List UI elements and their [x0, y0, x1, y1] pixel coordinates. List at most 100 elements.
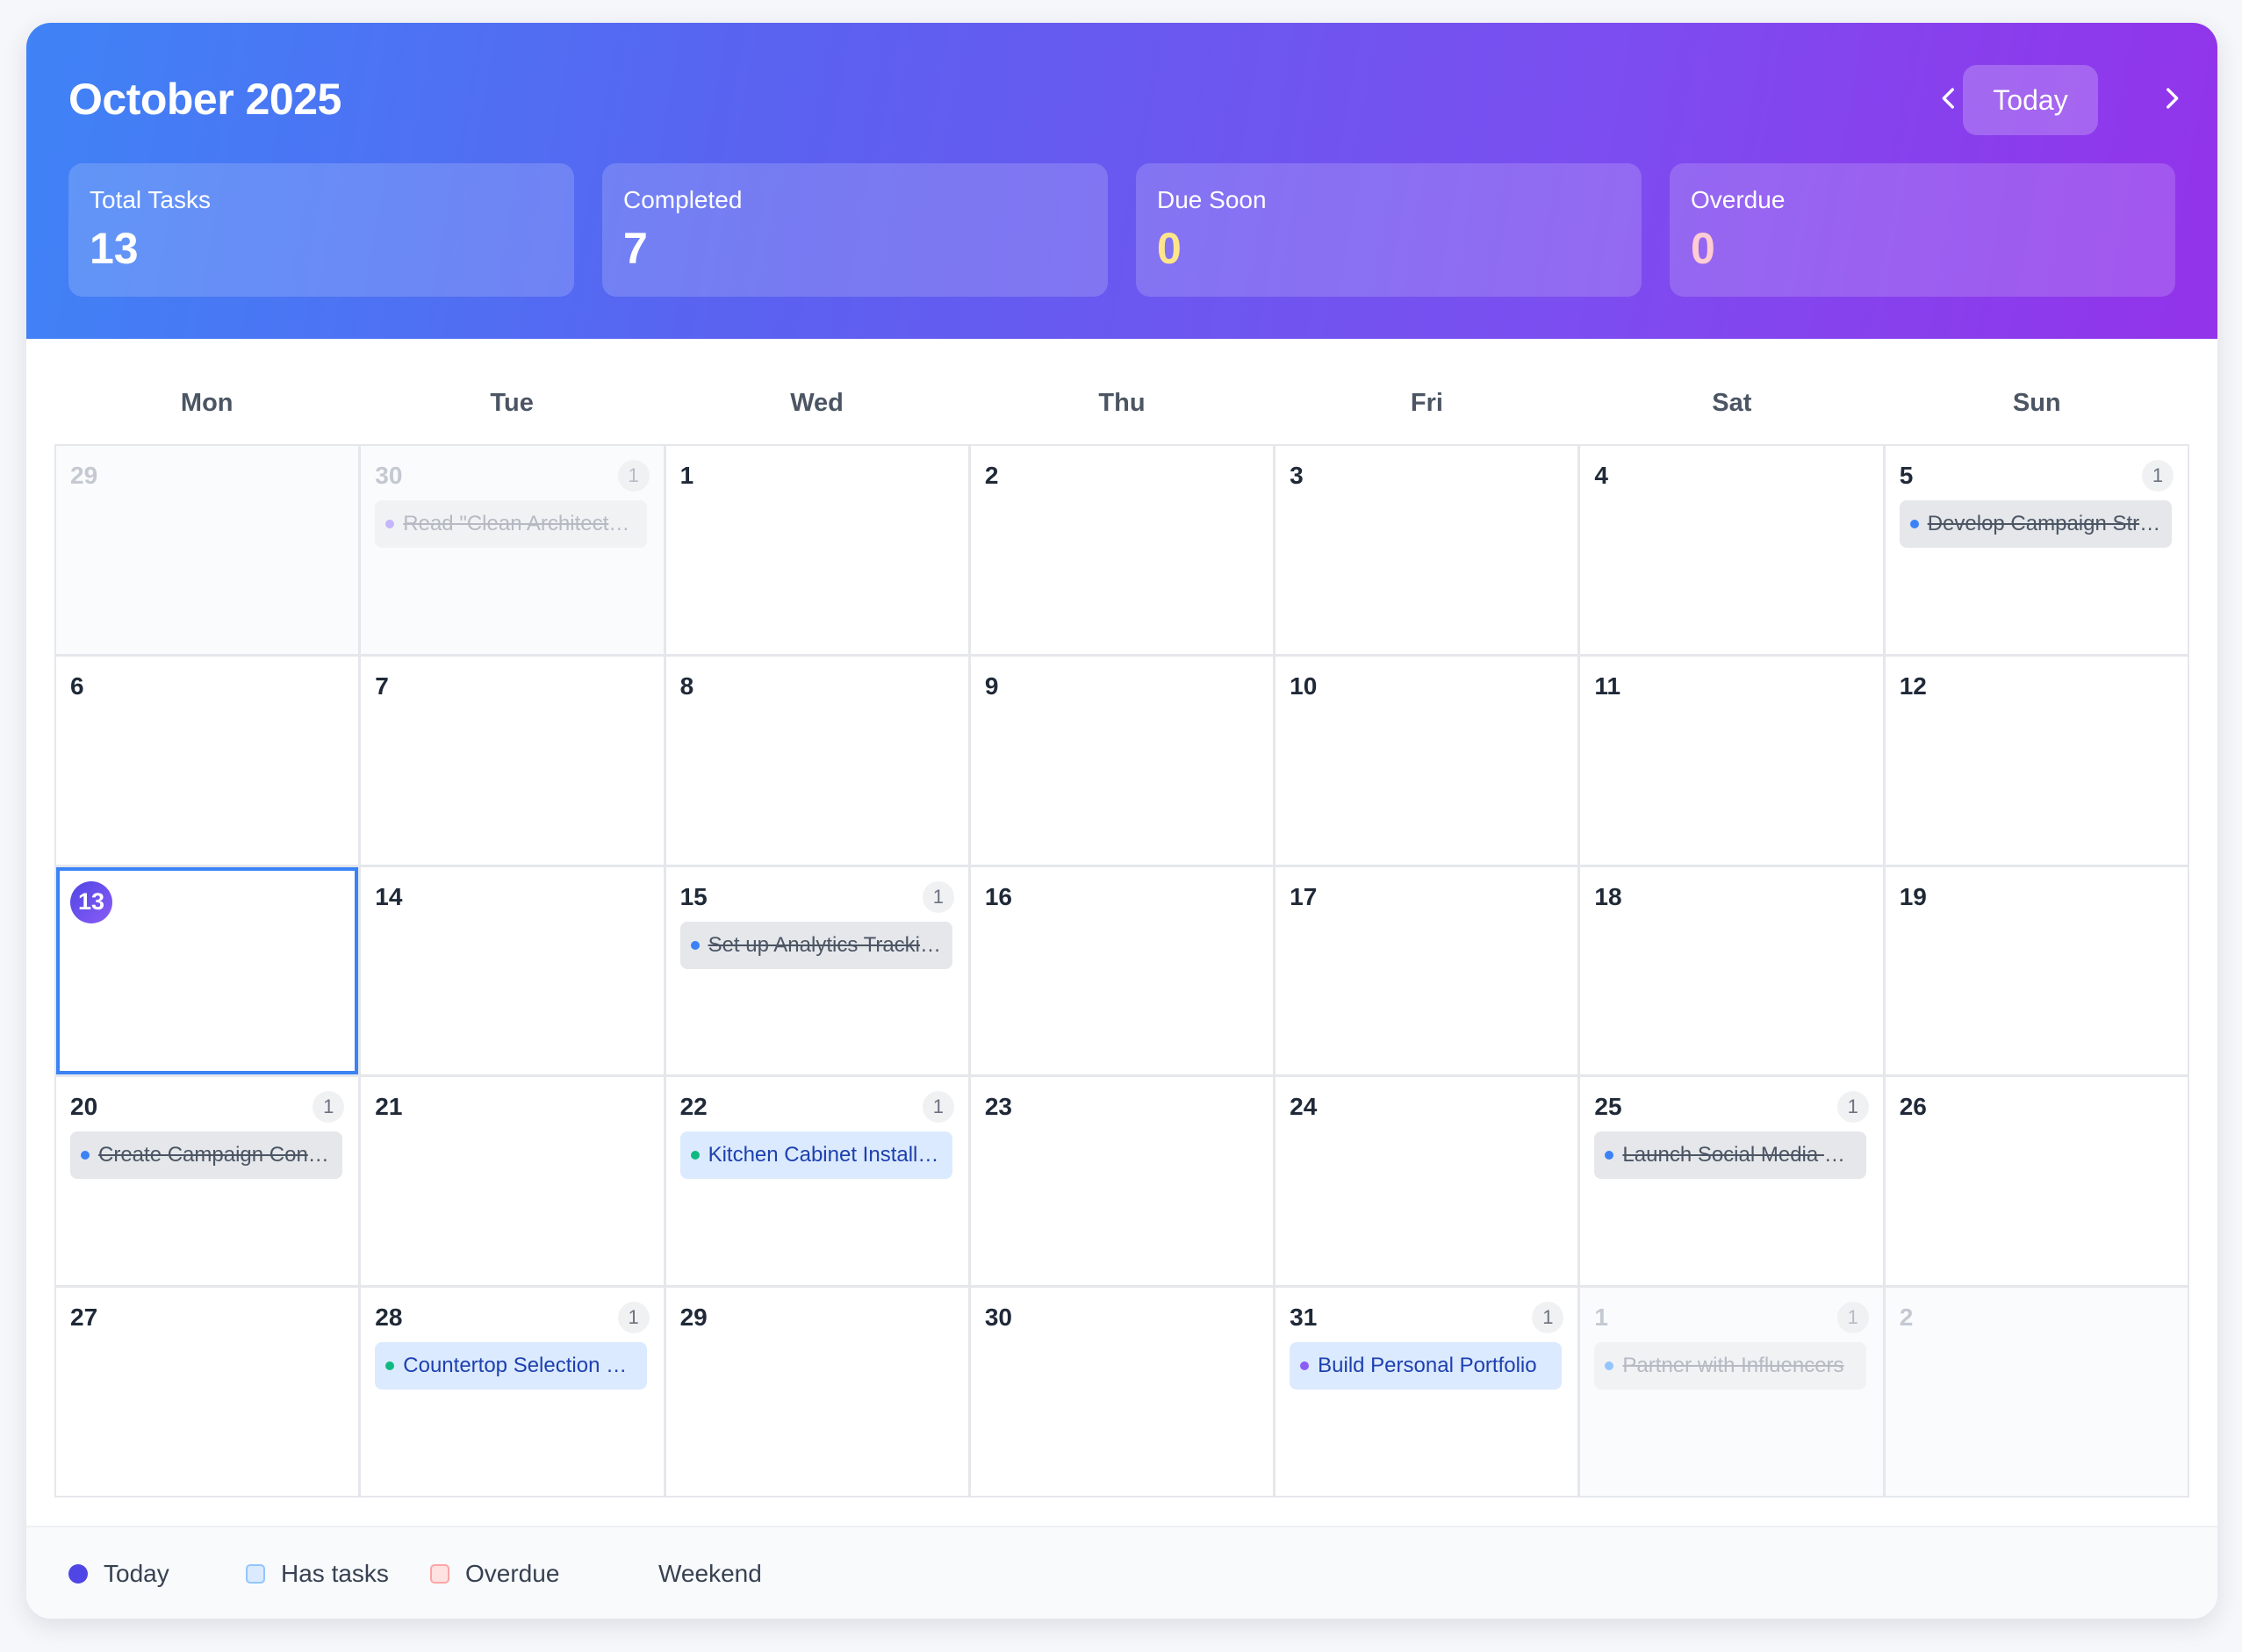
day-cell[interactable]: 29	[56, 446, 359, 654]
day-cell[interactable]: 8	[665, 656, 968, 865]
day-cell[interactable]: 15 1 Set up Analytics Tracking	[665, 866, 968, 1075]
day-cell[interactable]: 9	[970, 656, 1274, 865]
day-cell[interactable]: 10	[1275, 656, 1578, 865]
day-number: 29	[679, 1304, 708, 1332]
task-chip[interactable]: Launch Social Media Campaign	[1594, 1131, 1867, 1180]
task-chip[interactable]: Set up Analytics Tracking	[679, 921, 952, 969]
task-count-badge: 1	[617, 1302, 650, 1334]
day-cell[interactable]: 20 1 Create Campaign Content	[56, 1077, 359, 1286]
stat-value: 13	[90, 224, 139, 273]
task-title: Read "Clean Architecture"	[403, 512, 647, 535]
chevron-right-icon	[2157, 83, 2187, 118]
day-cell[interactable]: 26	[1885, 1077, 2188, 1286]
task-count-badge: 1	[1532, 1302, 1564, 1334]
legend-label: Today	[104, 1560, 169, 1587]
stat-value: 0	[1691, 224, 1715, 273]
day-cell[interactable]: 5 1 Develop Campaign Strategy	[1885, 446, 2188, 654]
day-cell[interactable]: 2	[1885, 1288, 2188, 1496]
day-number: 22	[679, 1093, 708, 1121]
day-cell[interactable]: 17	[1275, 866, 1578, 1075]
day-number: 21	[375, 1093, 403, 1121]
day-number: 3	[1290, 462, 1304, 489]
task-title: Develop Campaign Strategy	[1927, 512, 2172, 535]
day-cell[interactable]: 30 1 Read "Clean Architecture"	[361, 446, 664, 654]
stat-label: Total Tasks	[90, 186, 211, 213]
stat-due-soon: Due Soon 0	[1136, 163, 1642, 297]
day-number: 25	[1594, 1093, 1622, 1121]
task-dot-icon	[385, 1361, 395, 1371]
legend-swatch-icon	[430, 1564, 449, 1584]
day-cell[interactable]: 29	[665, 1288, 968, 1496]
day-cell[interactable]: 28 1 Countertop Selection and Order	[361, 1288, 664, 1496]
task-chip[interactable]: Read "Clean Architecture"	[375, 500, 648, 548]
task-count-badge: 1	[313, 1091, 345, 1124]
today-button[interactable]: Today	[1963, 65, 2098, 135]
legend-label: Weekend	[658, 1560, 762, 1587]
task-dot-icon	[1300, 1361, 1310, 1371]
day-cell[interactable]: 21	[361, 1077, 664, 1286]
today-indicator: 13	[70, 880, 112, 923]
day-number: 19	[1899, 882, 1927, 910]
day-cell[interactable]: 22 1 Kitchen Cabinet Installation	[665, 1077, 968, 1286]
task-count-badge: 1	[1836, 1091, 1869, 1124]
day-number: 14	[375, 882, 403, 910]
day-cell[interactable]: 6	[56, 656, 359, 865]
task-chip[interactable]: Kitchen Cabinet Installation	[679, 1131, 952, 1180]
day-cell[interactable]: 23	[970, 1077, 1274, 1286]
day-number: 7	[375, 672, 389, 700]
legend-label: Overdue	[465, 1560, 560, 1587]
task-dot-icon	[1909, 520, 1919, 528]
day-number: 20	[70, 1093, 98, 1121]
task-chip[interactable]: Build Personal Portfolio	[1290, 1342, 1563, 1390]
day-number: 23	[984, 1093, 1012, 1121]
day-cell[interactable]: 27	[56, 1288, 359, 1496]
task-dot-icon	[81, 1151, 90, 1160]
legend-bar: Today Has tasks Overdue Weekend	[26, 1526, 2217, 1619]
day-cell[interactable]: 3	[1275, 446, 1578, 654]
stat-label: Due Soon	[1157, 186, 1267, 213]
day-cell[interactable]: 19	[1885, 866, 2188, 1075]
day-cell[interactable]: 31 1 Build Personal Portfolio	[1275, 1288, 1578, 1496]
day-number: 4	[1594, 462, 1608, 489]
stat-total-tasks: Total Tasks 13	[68, 163, 574, 297]
day-number: 5	[1899, 462, 1914, 489]
task-chip[interactable]: Partner with Influencers	[1594, 1342, 1867, 1390]
day-cell-today[interactable]: 13	[56, 866, 359, 1075]
legend-swatch-icon	[68, 1564, 88, 1584]
legend-item: Overdue	[430, 1527, 559, 1619]
day-number: 1	[679, 462, 694, 489]
day-cell[interactable]: 11	[1580, 656, 1883, 865]
day-cell[interactable]: 30	[970, 1288, 1274, 1496]
day-cell[interactable]: 12	[1885, 656, 2188, 865]
day-cell[interactable]: 14	[361, 866, 664, 1075]
next-month-button[interactable]	[2137, 65, 2207, 135]
day-number: 30	[984, 1304, 1012, 1332]
day-cell[interactable]: 18	[1580, 866, 1883, 1075]
day-cell[interactable]: 7	[361, 656, 664, 865]
day-number: 2	[984, 462, 999, 489]
calendar-header: October 2025 Today Total Tasks 13 Comple…	[26, 23, 2217, 339]
task-chip[interactable]: Countertop Selection and Order	[375, 1342, 648, 1390]
month-title: October 2025	[68, 75, 341, 124]
task-count-badge: 1	[617, 460, 650, 492]
day-cell[interactable]: 2	[970, 446, 1274, 654]
day-number: 11	[1594, 672, 1621, 700]
legend-item: Has tasks	[246, 1527, 389, 1619]
task-chip[interactable]: Create Campaign Content	[70, 1131, 342, 1180]
day-cell[interactable]: 25 1 Launch Social Media Campaign	[1580, 1077, 1883, 1286]
day-cell[interactable]: 16	[970, 866, 1274, 1075]
task-count-badge: 1	[922, 880, 954, 913]
task-chip[interactable]: Develop Campaign Strategy	[1899, 500, 2172, 548]
legend-label: Has tasks	[281, 1560, 389, 1587]
legend-item: Weekend	[623, 1527, 762, 1619]
task-title: Launch Social Media Campaign	[1622, 1143, 1866, 1167]
stat-value: 0	[1157, 224, 1182, 273]
task-title: Countertop Selection and Order	[403, 1354, 647, 1378]
task-dot-icon	[690, 1151, 700, 1160]
day-cell[interactable]: 24	[1275, 1077, 1578, 1286]
day-cell[interactable]: 1 1 Partner with Influencers	[1580, 1288, 1883, 1496]
day-number: 6	[70, 672, 84, 700]
day-cell[interactable]: 1	[665, 446, 968, 654]
day-number: 31	[1290, 1304, 1318, 1332]
day-cell[interactable]: 4	[1580, 446, 1883, 654]
